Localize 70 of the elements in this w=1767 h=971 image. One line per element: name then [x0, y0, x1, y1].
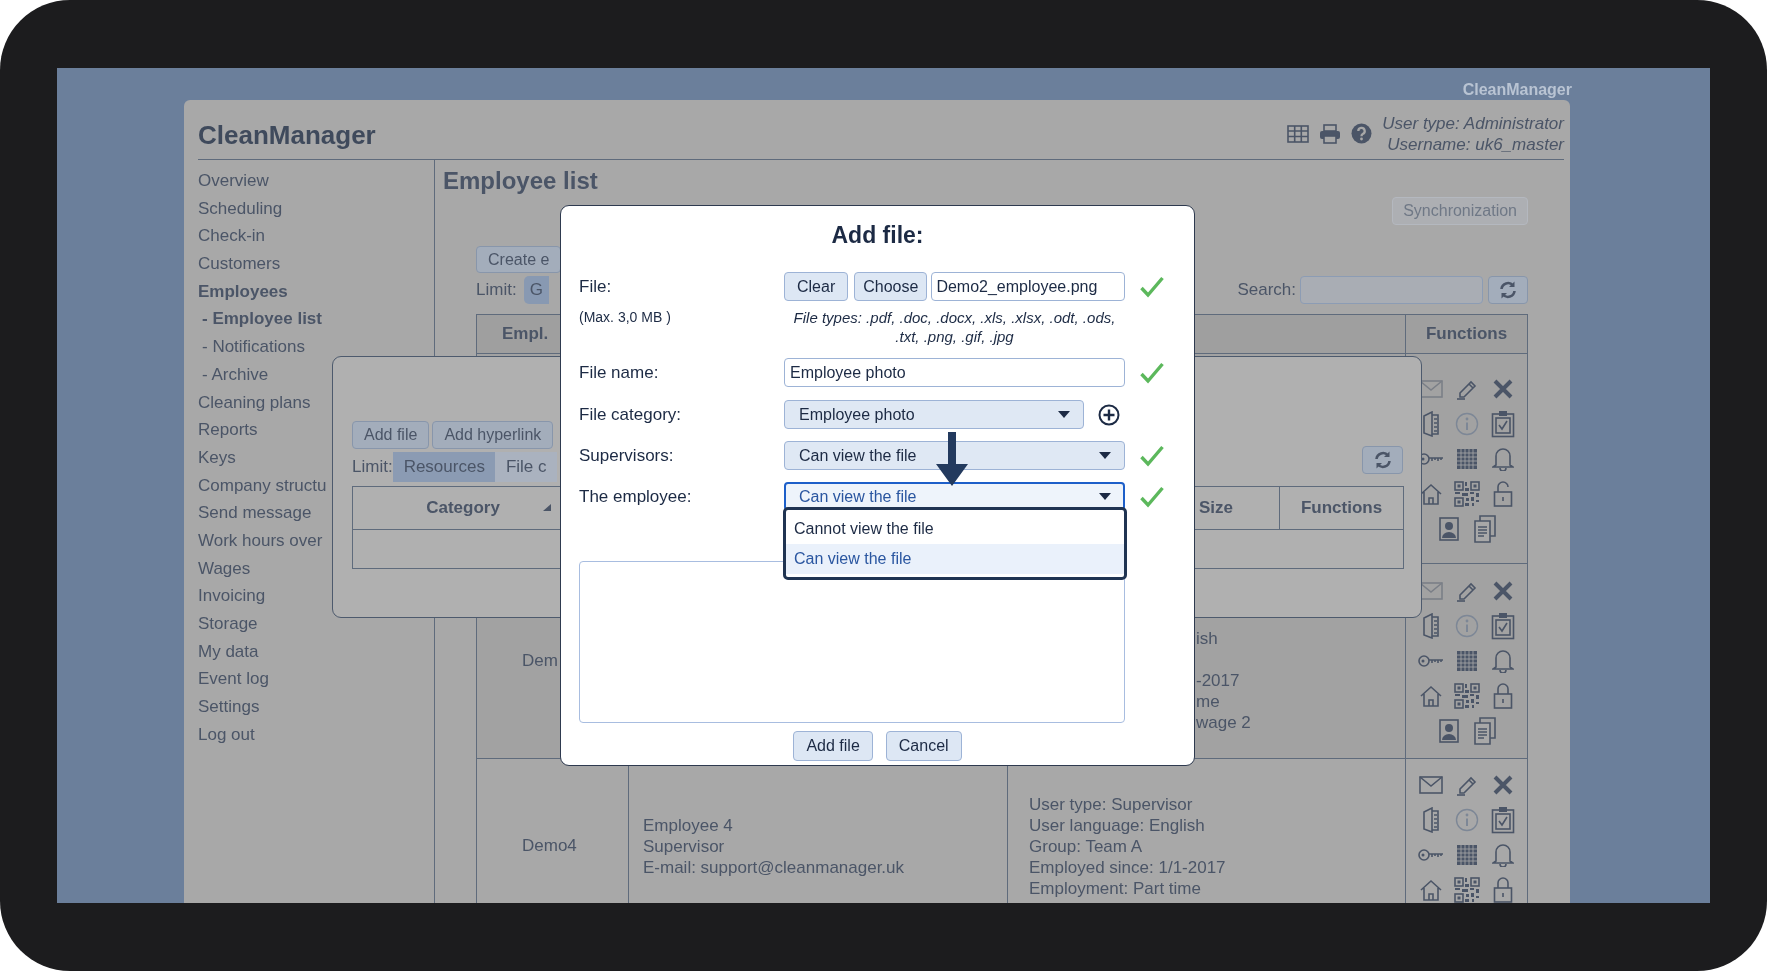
corner-brand-text: CleanManager — [1462, 80, 1572, 100]
app-title: CleanManager — [198, 119, 376, 151]
sidebar-item[interactable]: Employees — [198, 277, 288, 306]
page-heading: Employee list — [443, 166, 599, 196]
sidebar-item[interactable]: Invoicing — [198, 582, 266, 610]
detail-text: User type: Supervisor — [1029, 793, 1194, 815]
dialog-title: Add file: — [830, 221, 925, 250]
table-cell: Dem — [522, 651, 558, 671]
dropdown-option[interactable]: Cannot view the file — [786, 514, 1124, 544]
sidebar-item[interactable]: Cleaning plans — [198, 388, 311, 417]
column-header[interactable]: Category — [426, 487, 500, 529]
sidebar-item[interactable]: Storage — [198, 610, 258, 638]
username-text: Username: uk6_master — [1387, 133, 1564, 155]
limit-tab[interactable]: Resources — [392, 452, 495, 482]
dialog-button[interactable]: Cancel — [885, 731, 962, 761]
user-type-text: User type: Administrator — [1382, 112, 1564, 134]
sidebar-item[interactable]: Settings — [198, 693, 260, 721]
sidebar-item[interactable]: - Archive — [202, 360, 269, 389]
field-label: Supervisors: — [579, 445, 675, 466]
file-types-text: File types: .pdf, .doc, .docx, .xls, .xlsx, .odt, .ods, .txt, .png, .gif, .jpg — [792, 308, 1117, 346]
detail-text: Group: Team A — [1029, 835, 1144, 857]
table-cell: Demo4 — [522, 836, 577, 856]
sidebar-item[interactable]: Keys — [198, 443, 236, 472]
field-label: File name: — [579, 362, 660, 383]
sidebar-item[interactable]: - Notifications — [202, 333, 305, 361]
detail-text: -2017 — [1196, 669, 1241, 691]
column-header: Functions — [1405, 315, 1527, 353]
limit-tab[interactable]: File c — [494, 452, 557, 482]
file-field[interactable]: Demo2_employee.png — [931, 272, 1125, 301]
toolbar-button[interactable]: Add hyperlink — [432, 421, 554, 449]
sidebar-item[interactable]: Event log — [198, 665, 269, 694]
field-label: File: — [579, 276, 613, 297]
detail-text: Employment: Part time — [1029, 877, 1202, 899]
dialog-button[interactable]: Add file — [793, 731, 873, 761]
detail-text: ish — [1196, 627, 1219, 649]
column-header[interactable]: Size — [1199, 487, 1234, 529]
limit-label: Limit: — [352, 457, 393, 477]
clear-button[interactable]: Clear — [784, 272, 849, 301]
sidebar-item[interactable]: Company structu — [198, 471, 327, 500]
select-field[interactable]: Can view the file — [784, 441, 1125, 470]
sidebar-item[interactable]: My data — [198, 637, 259, 666]
field-label: File category: — [579, 404, 683, 425]
column-header: Functions — [1279, 487, 1403, 529]
dropdown-option[interactable]: Can view the file — [786, 544, 1124, 574]
sidebar-item[interactable]: Work hours over — [198, 526, 323, 555]
size-limit-text: (Max. 3,0 MB ) — [579, 308, 672, 327]
sidebar-item[interactable]: Wages — [198, 554, 251, 583]
limit-label: Limit: — [476, 280, 517, 300]
detail-text: Employed since: 1/1-2017 — [1029, 856, 1226, 878]
sidebar-item[interactable]: Customers — [198, 250, 281, 278]
column-header[interactable]: Empl. — [502, 315, 549, 353]
sidebar-item[interactable]: Reports — [198, 416, 258, 444]
sidebar-item[interactable]: Overview — [198, 167, 269, 195]
field-label: The employee: — [579, 486, 693, 507]
sidebar-item[interactable]: Log out — [198, 720, 255, 749]
create-button[interactable]: Create e — [476, 246, 562, 273]
choose-button[interactable]: Choose — [854, 272, 928, 301]
detail-text: me — [1196, 690, 1221, 712]
sidebar-item[interactable]: Check-in — [198, 222, 266, 251]
limit-tab[interactable]: G — [523, 276, 549, 304]
sidebar-item[interactable]: Send message — [198, 499, 312, 527]
sidebar-item[interactable]: - Employee list — [202, 305, 322, 334]
detail-text: wage 2 — [1196, 711, 1251, 733]
detail-text: User language: English — [1029, 814, 1206, 836]
contact-details: Employee 4 Supervisor E-mail: support@cleanmanager.uk — [642, 814, 905, 878]
toolbar-button[interactable]: Add file — [352, 421, 430, 449]
search-label: Search: — [1237, 280, 1296, 300]
select-field[interactable]: Employee photo — [784, 400, 1084, 429]
file-name-field[interactable]: Employee photo — [784, 358, 1125, 387]
sidebar-item[interactable]: Scheduling — [198, 194, 283, 223]
